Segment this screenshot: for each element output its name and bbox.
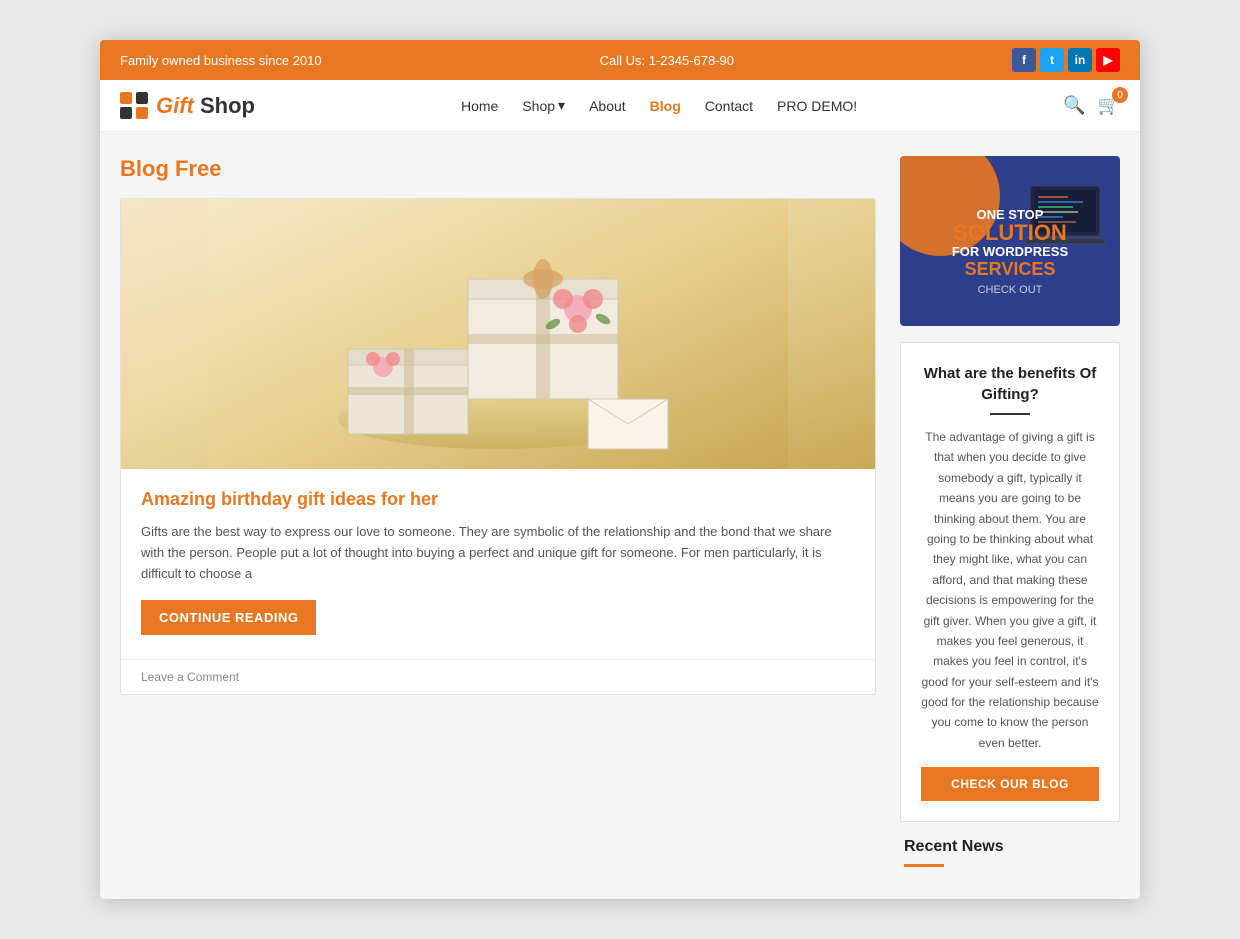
nav-link-blog[interactable]: Blog (650, 98, 681, 114)
cart-badge: 0 (1112, 87, 1128, 103)
logo-text: Gift Shop (156, 93, 255, 119)
nav-link-contact[interactable]: Contact (705, 98, 753, 114)
twitter-icon[interactable]: t (1040, 48, 1064, 72)
widget-divider (990, 413, 1030, 415)
nav-item-contact[interactable]: Contact (705, 98, 753, 114)
search-icon[interactable]: 🔍 (1063, 95, 1085, 116)
logo-box-4 (136, 107, 148, 119)
linkedin-icon[interactable]: in (1068, 48, 1092, 72)
facebook-icon[interactable]: f (1012, 48, 1036, 72)
post-title: Amazing birthday gift ideas for her (141, 489, 855, 510)
logo-box-2 (136, 92, 148, 104)
logo-box-3 (120, 107, 132, 119)
check-blog-button[interactable]: CHECK OUR BLOG (921, 767, 1099, 801)
nav-link-home[interactable]: Home (461, 98, 498, 114)
blog-post: Amazing birthday gift ideas for her Gift… (120, 198, 876, 695)
post-body: Amazing birthday gift ideas for her Gift… (121, 469, 875, 659)
navbar: Gift Shop Home Shop ▾ About Blog Contact… (100, 80, 1140, 132)
cart-icon[interactable]: 🛒 0 (1098, 95, 1120, 116)
main-content: Blog Free (100, 132, 1140, 899)
widget-title: What are the benefits Of Gifting? (921, 363, 1099, 405)
nav-right: 🔍 🛒 0 (1063, 95, 1120, 116)
sidebar-ad[interactable]: ONE STOP SOLUTION FOR WORDPRESS SERVICES… (900, 156, 1120, 326)
nav-item-pro-demo[interactable]: PRO DEMO! (777, 98, 857, 114)
sidebar-gifting-widget: What are the benefits Of Gifting? The ad… (900, 342, 1120, 822)
ad-for-wordpress: FOR WORDPRESS (952, 244, 1068, 259)
sidebar: ONE STOP SOLUTION FOR WORDPRESS SERVICES… (900, 156, 1120, 875)
logo-box-1 (120, 92, 132, 104)
post-image (121, 199, 875, 469)
dropdown-arrow: ▾ (558, 97, 565, 114)
logo-icon (120, 92, 148, 119)
browser-window: Family owned business since 2010 Call Us… (100, 40, 1140, 899)
top-bar: Family owned business since 2010 Call Us… (100, 40, 1140, 80)
social-icons: f t in ▶ (1012, 48, 1120, 72)
leave-comment[interactable]: Leave a Comment (121, 659, 875, 694)
ad-services: SERVICES (952, 259, 1068, 280)
youtube-icon[interactable]: ▶ (1096, 48, 1120, 72)
nav-item-home[interactable]: Home (461, 98, 498, 114)
recent-news-title: Recent News (904, 838, 1116, 856)
continue-reading-button[interactable]: CONTINUE READING (141, 600, 316, 635)
nav-link-about[interactable]: About (589, 98, 626, 114)
blog-area: Blog Free (120, 156, 876, 875)
recent-news-divider (904, 864, 944, 867)
ad-text-container: ONE STOP SOLUTION FOR WORDPRESS SERVICES… (952, 207, 1068, 296)
ad-check-out: CHECK OUT (952, 284, 1068, 296)
nav-item-blog[interactable]: Blog (650, 98, 681, 114)
post-excerpt: Gifts are the best way to express our lo… (141, 522, 855, 584)
logo-gift: Gift (156, 93, 194, 118)
widget-text: The advantage of giving a gift is that w… (921, 427, 1099, 753)
ad-solution: SOLUTION (952, 222, 1068, 244)
recent-news-section: Recent News (900, 838, 1120, 867)
blog-page-title: Blog Free (120, 156, 876, 182)
gift-scene-svg (121, 199, 875, 469)
nav-item-shop[interactable]: Shop ▾ (522, 97, 565, 114)
topbar-left: Family owned business since 2010 (120, 53, 322, 68)
nav-links: Home Shop ▾ About Blog Contact PRO DEMO! (461, 97, 857, 114)
topbar-center: Call Us: 1-2345-678-90 (600, 53, 734, 68)
nav-link-pro-demo[interactable]: PRO DEMO! (777, 98, 857, 114)
nav-item-about[interactable]: About (589, 98, 626, 114)
logo: Gift Shop (120, 92, 255, 119)
logo-shop: Shop (194, 93, 255, 118)
nav-link-shop[interactable]: Shop ▾ (522, 97, 565, 114)
